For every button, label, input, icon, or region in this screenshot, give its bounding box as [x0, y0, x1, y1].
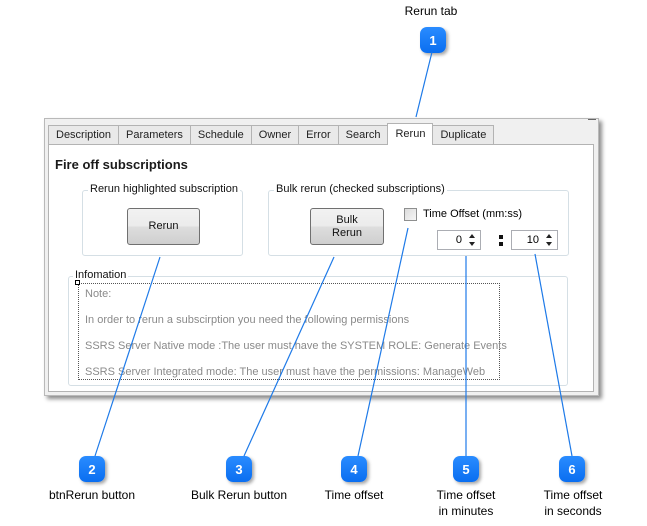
callout-badge-1: 1 — [420, 27, 446, 53]
selection-handle — [75, 280, 80, 285]
callout-6-label-line2: in seconds — [544, 504, 602, 518]
callout-badge-5: 5 — [453, 456, 479, 482]
info-line-permissions: In order to rerun a subscirption you nee… — [85, 314, 410, 326]
minutes-spin-arrows[interactable] — [468, 233, 477, 247]
time-offset-checkbox[interactable] — [404, 208, 417, 221]
seconds-spinner[interactable]: 10 — [511, 230, 558, 250]
callout-6-label-line1: Time offset — [543, 488, 603, 502]
tab-strip: Description Parameters Schedule Owner Er… — [48, 123, 495, 145]
seconds-value: 10 — [526, 234, 539, 246]
info-line-native-mode: SSRS Server Native mode :The user must h… — [85, 340, 507, 352]
callout-badge-3: 3 — [226, 456, 252, 482]
spin-up-icon[interactable] — [546, 234, 552, 238]
minutes-value: 0 — [455, 234, 462, 246]
callout-badge-2: 2 — [79, 456, 105, 482]
tab-duplicate[interactable]: Duplicate — [432, 125, 495, 145]
information-legend: Infomation — [73, 269, 129, 281]
callout-5-label-line1: Time offset — [436, 488, 496, 502]
tab-owner[interactable]: Owner — [250, 125, 300, 145]
rerun-button[interactable]: Rerun — [127, 208, 200, 245]
rerun-tab-page: Fire off subscriptions Rerun highlighted… — [48, 144, 594, 392]
information-group: Infomation Note: In order to rerun a sub… — [68, 269, 568, 386]
callout-badge-6: 6 — [559, 456, 585, 482]
callout-2-label: btnRerun button — [48, 488, 136, 502]
tab-parameters[interactable]: Parameters — [118, 125, 191, 145]
bulk-rerun-button[interactable]: Bulk Rerun — [310, 208, 384, 245]
bulk-rerun-legend: Bulk rerun (checked subscriptions) — [274, 183, 447, 195]
info-line-note: Note: — [85, 288, 112, 300]
tab-error[interactable]: Error — [298, 125, 339, 145]
colon-separator — [499, 234, 503, 248]
bulk-rerun-label-line2: Rerun — [332, 226, 362, 239]
tab-search[interactable]: Search — [337, 125, 389, 145]
callout-4-label: Time offset — [324, 488, 384, 502]
time-offset-label: Time Offset (mm:ss) — [423, 208, 522, 220]
subscription-window: Description Parameters Schedule Owner Er… — [44, 118, 599, 396]
page-title: Fire off subscriptions — [55, 157, 188, 172]
tab-rerun[interactable]: Rerun — [387, 123, 434, 145]
seconds-spin-arrows[interactable] — [545, 233, 554, 247]
information-text: Note: In order to rerun a subscirption y… — [78, 283, 507, 380]
leader-line-1 — [415, 51, 433, 118]
spin-down-icon[interactable] — [469, 242, 475, 246]
callout-badge-4: 4 — [341, 456, 367, 482]
tab-description[interactable]: Description — [48, 125, 120, 145]
bulk-rerun-label-line1: Bulk — [336, 213, 358, 226]
callout-5-label-line2: in minutes — [438, 504, 494, 518]
minutes-spinner[interactable]: 0 — [437, 230, 481, 250]
rerun-highlighted-legend: Rerun highlighted subscription — [88, 183, 240, 195]
tab-schedule[interactable]: Schedule — [189, 125, 252, 145]
callout-1-label: Rerun tab — [404, 4, 458, 18]
minimize-icon[interactable] — [588, 119, 596, 121]
spin-up-icon[interactable] — [469, 234, 475, 238]
bulk-rerun-group: Bulk rerun (checked subscriptions) Bulk … — [268, 183, 569, 256]
info-line-integrated-mode: SSRS Server Integrated mode: The user mu… — [85, 366, 486, 378]
spin-down-icon[interactable] — [546, 242, 552, 246]
callout-3-label: Bulk Rerun button — [190, 488, 288, 502]
rerun-highlighted-group: Rerun highlighted subscription Rerun — [82, 183, 243, 256]
